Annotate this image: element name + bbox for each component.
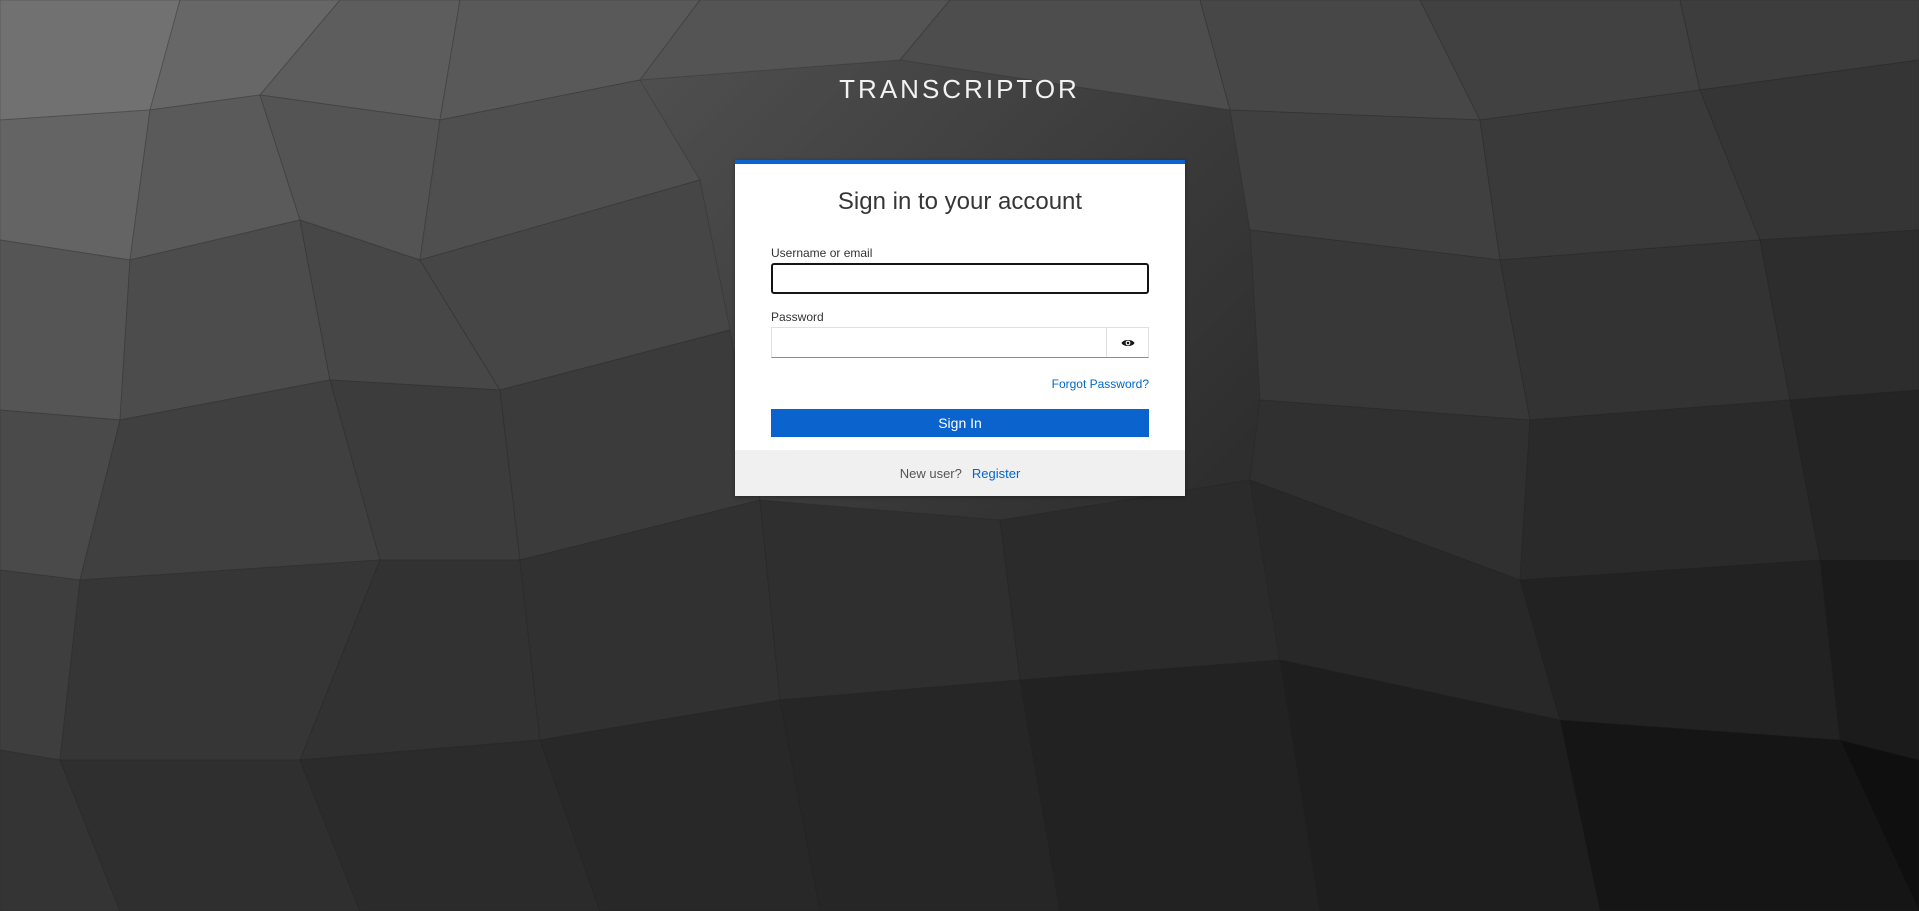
username-label: Username or email — [771, 246, 873, 260]
forgot-password-link[interactable]: Forgot Password? — [1052, 377, 1149, 391]
sign-in-button[interactable]: Sign In — [771, 409, 1149, 437]
password-field — [771, 327, 1149, 358]
password-input[interactable] — [772, 328, 1108, 357]
app-title: TRANSCRIPTOR — [839, 74, 1080, 104]
card-footer: New user? Register — [735, 450, 1185, 496]
login-heading: Sign in to your account — [837, 188, 1083, 215]
eye-icon — [1121, 339, 1134, 346]
login-card: Sign in to your account Username or emai… — [735, 160, 1185, 496]
username-input[interactable] — [771, 263, 1149, 294]
new-user-text: New user? — [899, 465, 962, 481]
register-link[interactable]: Register — [972, 466, 1020, 481]
password-label: Password — [771, 310, 824, 324]
show-password-button[interactable] — [1106, 328, 1148, 357]
